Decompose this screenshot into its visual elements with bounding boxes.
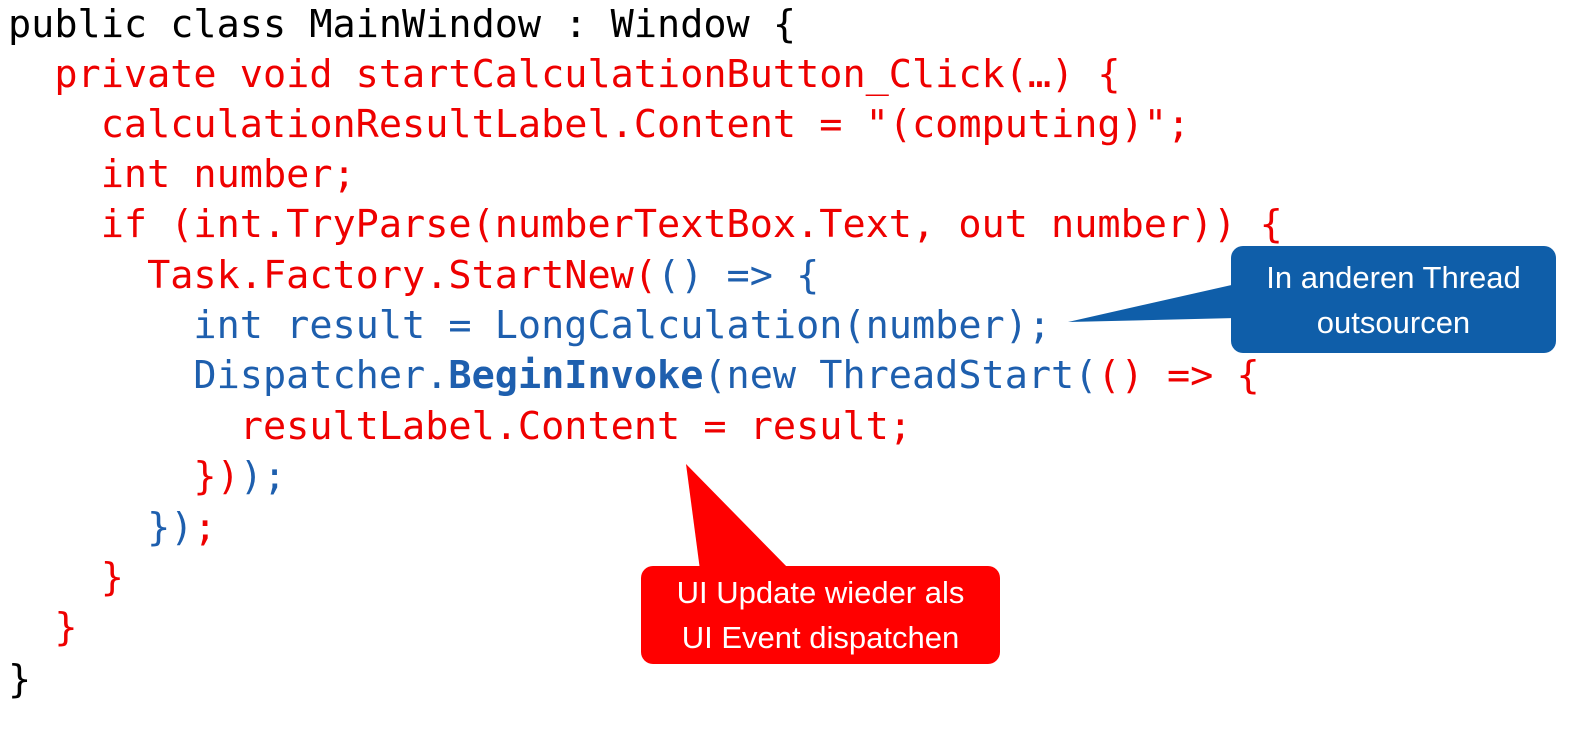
code-line: } [8,655,31,705]
code-line: } [8,603,78,653]
callout-ui-box: UI Update wieder als UI Event dispatchen [641,566,1000,664]
code-line: }); [8,503,217,553]
code-token: ); [239,454,287,499]
code-line: calculationResultLabel.Content = "(compu… [8,100,1190,150]
code-line: int number; [8,150,356,200]
code-line: Task.Factory.StartNew(() => { [8,251,819,301]
code-token: int result = LongCalculation(number); [8,303,1052,348]
code-token: ; [193,505,217,550]
code-line: } [8,553,124,603]
callout-thread-pointer [1068,284,1236,322]
code-token: }) [8,454,240,499]
callout-ui-line1: UI Update wieder als [676,575,965,610]
code-line: int result = LongCalculation(number); [8,301,1051,351]
code-token: if (int.TryParse(numberTextBox.Text, out… [8,202,1283,247]
code-token: Task.Factory.StartNew( [8,253,658,298]
code-token: }) [8,505,194,550]
code-line: resultLabel.Content = result; [8,402,912,452]
callout-thread-text: In anderen Thread outsourcen [1266,255,1521,345]
code-line: })); [8,452,286,502]
code-line: public class MainWindow : Window { [8,0,796,50]
slide-canvas: public class MainWindow : Window { priva… [0,0,1583,748]
code-line: private void startCalculationButton_Clic… [8,50,1121,100]
code-token: int number; [8,152,356,197]
callout-thread-line1: In anderen Thread [1266,259,1521,295]
code-token: BeginInvoke [448,353,704,398]
callout-ui-line2: UI Event dispatchen [681,620,960,655]
code-line: if (int.TryParse(numberTextBox.Text, out… [8,200,1283,250]
code-token: } [8,605,78,650]
code-token: () => { [657,253,820,298]
callout-ui-text: UI Update wieder als UI Event dispatchen [677,570,965,660]
code-token: (new ThreadStart( [703,353,1098,398]
code-token: private void startCalculationButton_Clic… [8,52,1121,97]
code-token: calculationResultLabel.Content = "(compu… [8,102,1191,147]
callout-ui-pointer [686,464,790,570]
code-token: Dispatcher. [8,353,449,398]
code-token: () => { [1097,353,1260,398]
code-token: } [8,555,124,600]
code-token: public class MainWindow : Window { [8,2,797,47]
code-token: } [8,657,32,702]
callout-thread-box: In anderen Thread outsourcen [1231,246,1556,353]
callout-thread-line2: outsourcen [1316,304,1471,340]
code-token: resultLabel.Content = result; [8,404,912,449]
code-line: Dispatcher.BeginInvoke(new ThreadStart((… [8,351,1260,401]
